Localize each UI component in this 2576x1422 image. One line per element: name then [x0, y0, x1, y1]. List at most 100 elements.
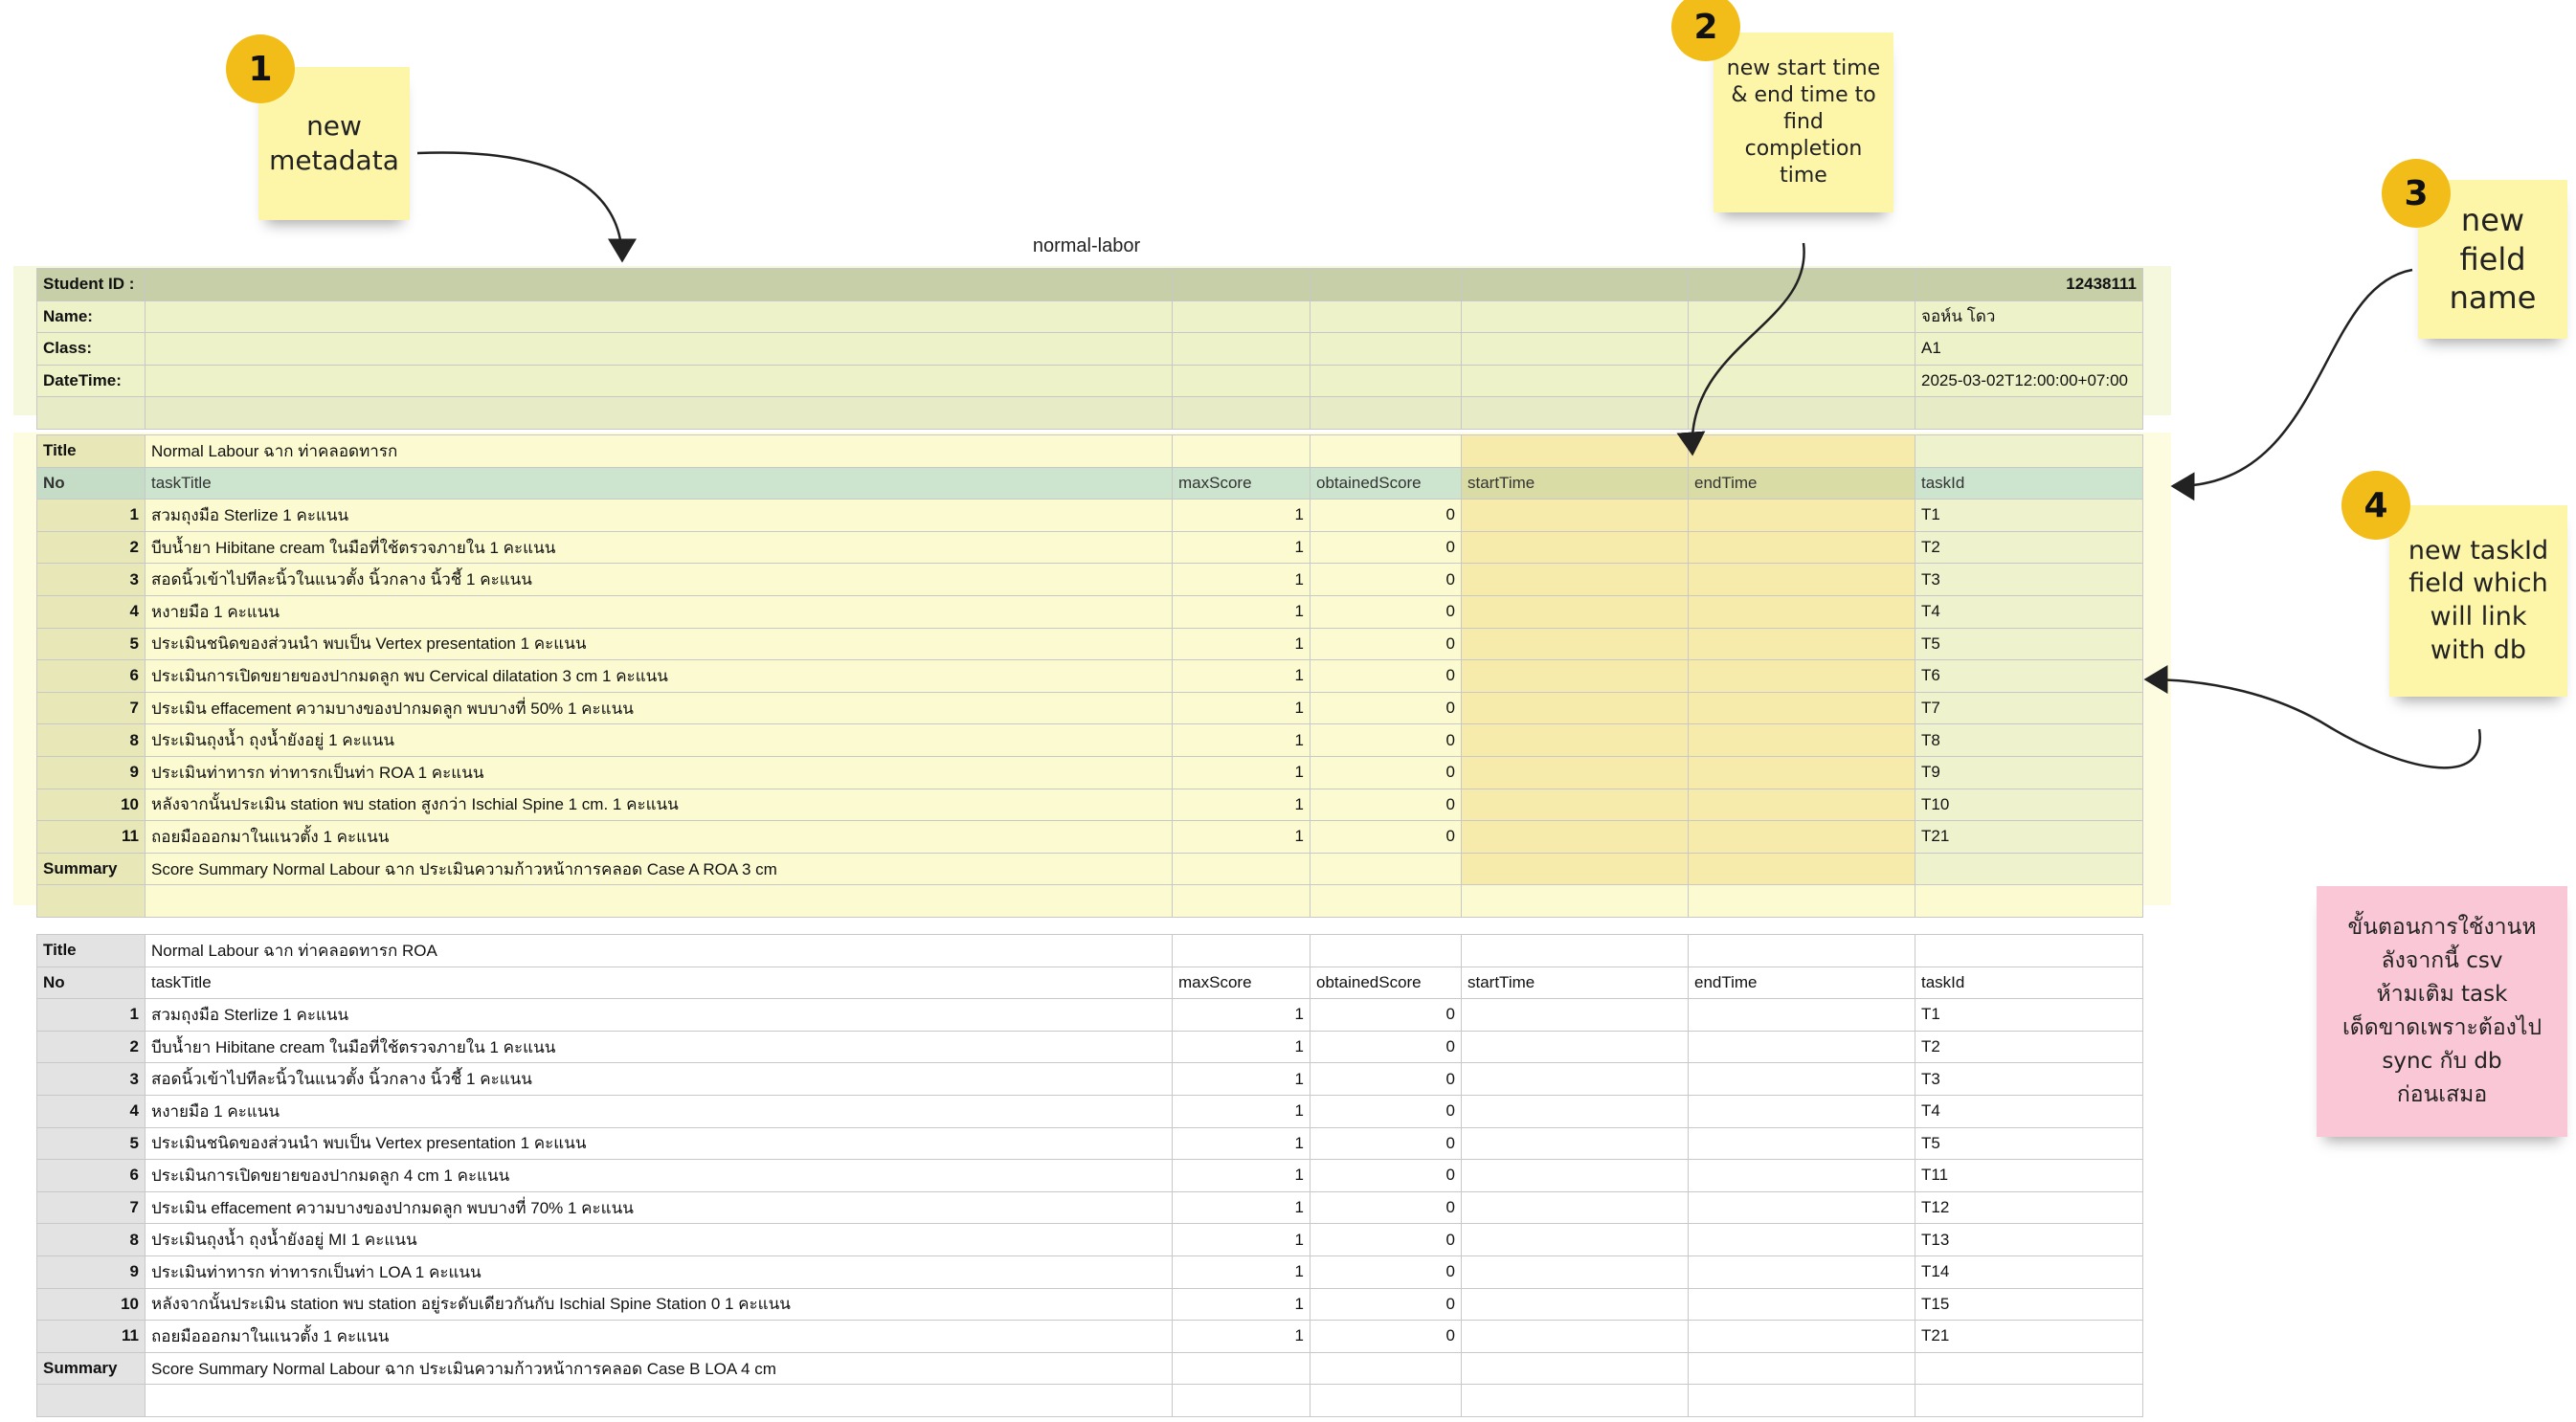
task-id-cell[interactable]: T7 — [1915, 691, 2143, 725]
column-header-startTime[interactable]: startTime — [1461, 966, 1689, 1000]
task-id-cell[interactable]: T9 — [1915, 755, 2143, 789]
cell[interactable] — [1688, 884, 1915, 918]
row-number[interactable]: 11 — [36, 820, 146, 854]
task-id-cell[interactable]: T15 — [1915, 1287, 2143, 1322]
start-time-cell[interactable] — [1461, 1159, 1689, 1192]
cell[interactable] — [1915, 434, 2143, 468]
column-header-startTime[interactable]: startTime — [1461, 466, 1689, 500]
task-id-cell[interactable]: T5 — [1915, 1126, 2143, 1161]
start-time-cell[interactable] — [1461, 820, 1689, 854]
end-time-cell[interactable] — [1688, 1094, 1915, 1128]
task-id-cell[interactable]: T11 — [1915, 1159, 2143, 1192]
start-time-cell[interactable] — [1461, 998, 1689, 1032]
start-time-cell[interactable] — [1461, 788, 1689, 822]
cell[interactable] — [1915, 934, 2143, 967]
end-time-cell[interactable] — [1688, 1030, 1915, 1064]
obtained-score-cell[interactable]: 0 — [1310, 1126, 1462, 1161]
end-time-cell[interactable] — [1688, 1190, 1915, 1225]
column-header-obtainedScore[interactable]: obtainedScore — [1310, 466, 1462, 500]
cell[interactable] — [1461, 1351, 1689, 1386]
datetime-value[interactable]: 2025-03-02T12:00:00+07:00 — [1915, 364, 2143, 398]
summary-text[interactable]: Score Summary Normal Labour ฉาก ประเมินค… — [145, 852, 1173, 886]
start-time-cell[interactable] — [1461, 723, 1689, 757]
start-time-cell[interactable] — [1461, 1287, 1689, 1322]
cell[interactable] — [36, 1384, 146, 1417]
end-time-cell[interactable] — [1688, 1287, 1915, 1322]
start-time-cell[interactable] — [1461, 1030, 1689, 1064]
end-time-cell[interactable] — [1688, 499, 1915, 532]
cell[interactable] — [1461, 884, 1689, 918]
row-number[interactable]: 6 — [36, 659, 146, 693]
start-time-cell[interactable] — [1461, 1223, 1689, 1256]
cell[interactable] — [1915, 1351, 2143, 1386]
column-header-maxScore[interactable]: maxScore — [1172, 466, 1310, 500]
task-title-cell[interactable]: ประเมินท่าทารก ท่าทารกเป็นท่า LOA 1 คะแน… — [145, 1255, 1173, 1289]
cell[interactable] — [1461, 434, 1689, 468]
datetime-label[interactable]: DateTime: — [36, 364, 146, 398]
end-time-cell[interactable] — [1688, 1255, 1915, 1289]
row-number[interactable]: 1 — [36, 499, 146, 532]
summary-label[interactable]: Summary — [36, 1351, 146, 1386]
class-value[interactable]: A1 — [1915, 332, 2143, 366]
max-score-cell[interactable]: 1 — [1172, 530, 1310, 565]
max-score-cell[interactable]: 1 — [1172, 723, 1310, 757]
max-score-cell[interactable]: 1 — [1172, 594, 1310, 629]
row-number[interactable]: 9 — [36, 1255, 146, 1289]
obtained-score-cell[interactable]: 0 — [1310, 1320, 1462, 1353]
row-number[interactable]: 3 — [36, 1062, 146, 1096]
max-score-cell[interactable]: 1 — [1172, 659, 1310, 693]
task-id-cell[interactable]: T3 — [1915, 1062, 2143, 1096]
row-number[interactable]: 10 — [36, 1287, 146, 1322]
start-time-cell[interactable] — [1461, 755, 1689, 789]
max-score-cell[interactable]: 1 — [1172, 499, 1310, 532]
row-number[interactable]: 7 — [36, 1190, 146, 1225]
row-number[interactable]: 2 — [36, 530, 146, 565]
obtained-score-cell[interactable]: 0 — [1310, 594, 1462, 629]
row-number[interactable]: 5 — [36, 1126, 146, 1161]
max-score-cell[interactable]: 1 — [1172, 755, 1310, 789]
start-time-cell[interactable] — [1461, 691, 1689, 725]
row-number[interactable]: 4 — [36, 1094, 146, 1128]
max-score-cell[interactable]: 1 — [1172, 1255, 1310, 1289]
column-header-endTime[interactable]: endTime — [1688, 466, 1915, 500]
task-title-cell[interactable]: สอดนิ้วเข้าไปทีละนิ้วในแนวตั้ง นิ้วกลาง … — [145, 563, 1173, 596]
cell[interactable] — [1310, 1384, 1462, 1417]
class-label[interactable]: Class: — [36, 332, 146, 366]
task-title-cell[interactable]: หงายมือ 1 คะแนน — [145, 594, 1173, 629]
column-header-taskId[interactable]: taskId — [1915, 966, 2143, 1000]
column-header-maxScore[interactable]: maxScore — [1172, 966, 1310, 1000]
task-id-cell[interactable]: T1 — [1915, 499, 2143, 532]
task-id-cell[interactable]: T21 — [1915, 820, 2143, 854]
obtained-score-cell[interactable]: 0 — [1310, 1062, 1462, 1096]
max-score-cell[interactable]: 1 — [1172, 1320, 1310, 1353]
max-score-cell[interactable]: 1 — [1172, 627, 1310, 661]
task-id-cell[interactable]: T13 — [1915, 1223, 2143, 1256]
cell[interactable] — [1310, 852, 1462, 886]
task-id-cell[interactable]: T4 — [1915, 1094, 2143, 1128]
cell[interactable] — [1172, 852, 1310, 886]
end-time-cell[interactable] — [1688, 998, 1915, 1032]
task-title-cell[interactable]: ประเมินชนิดของส่วนนำ พบเป็น Vertex prese… — [145, 1126, 1173, 1161]
cell[interactable] — [145, 884, 1173, 918]
column-header-obtainedScore[interactable]: obtainedScore — [1310, 966, 1462, 1000]
cell[interactable] — [1310, 1351, 1462, 1386]
task-id-cell[interactable]: T1 — [1915, 998, 2143, 1032]
cell[interactable] — [1310, 934, 1462, 967]
start-time-cell[interactable] — [1461, 1126, 1689, 1161]
row-number[interactable]: 4 — [36, 594, 146, 629]
row-number[interactable]: 6 — [36, 1159, 146, 1192]
cell[interactable] — [1688, 1384, 1915, 1417]
end-time-cell[interactable] — [1688, 723, 1915, 757]
column-header-No[interactable]: No — [36, 466, 146, 500]
task-id-cell[interactable]: T6 — [1915, 659, 2143, 693]
obtained-score-cell[interactable]: 0 — [1310, 788, 1462, 822]
cell[interactable] — [1172, 884, 1310, 918]
obtained-score-cell[interactable]: 0 — [1310, 723, 1462, 757]
cell[interactable] — [1461, 852, 1689, 886]
start-time-cell[interactable] — [1461, 594, 1689, 629]
max-score-cell[interactable]: 1 — [1172, 1159, 1310, 1192]
max-score-cell[interactable]: 1 — [1172, 1223, 1310, 1256]
name-value[interactable]: จอห์น โดว — [1915, 300, 2143, 334]
start-time-cell[interactable] — [1461, 1320, 1689, 1353]
max-score-cell[interactable]: 1 — [1172, 1062, 1310, 1096]
